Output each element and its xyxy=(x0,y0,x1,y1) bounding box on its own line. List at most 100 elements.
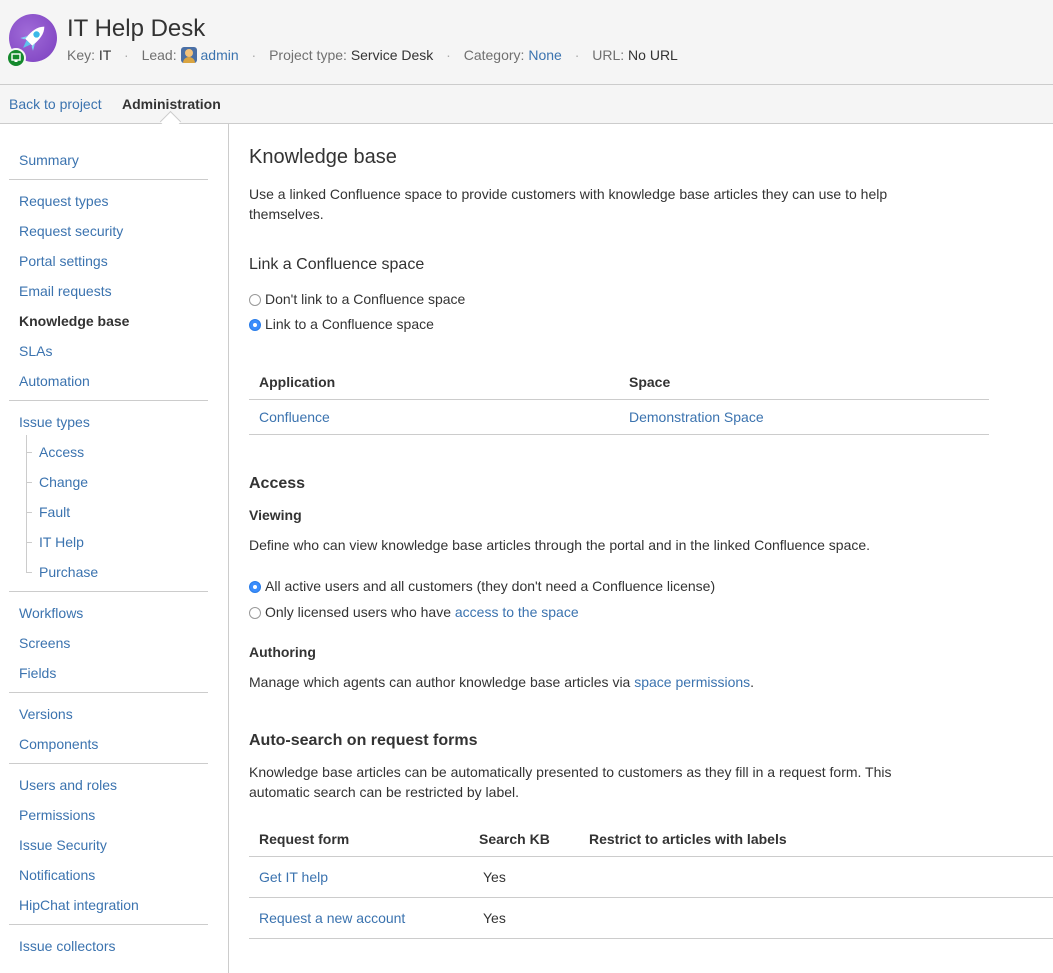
sidebar-item-issue-collectors[interactable]: Issue collectors xyxy=(19,937,115,955)
tree-line xyxy=(26,435,27,572)
table-divider xyxy=(249,897,1053,898)
sidebar-item-slas[interactable]: SLAs xyxy=(19,342,52,360)
request-form-link[interactable]: Get IT help xyxy=(259,869,328,885)
sidebar-item-fault[interactable]: Fault xyxy=(39,503,70,521)
tree-tick xyxy=(26,512,32,513)
table-divider xyxy=(249,399,989,400)
sidebar-item-permissions[interactable]: Permissions xyxy=(19,806,95,824)
radio-link-space-label: Link to a Confluence space xyxy=(265,316,434,332)
back-to-project-link[interactable]: Back to project xyxy=(9,96,102,112)
radio-all-users[interactable]: All active users and all customers (they… xyxy=(249,578,715,594)
radio-link-space-input[interactable] xyxy=(249,319,261,331)
sidebar-item-purchase[interactable]: Purchase xyxy=(39,563,98,581)
radio-licensed-users-label: Only licensed users who have xyxy=(265,604,455,620)
sidebar-item-screens[interactable]: Screens xyxy=(19,634,70,652)
sidebar-item-change[interactable]: Change xyxy=(39,473,88,491)
sidebar-item-access[interactable]: Access xyxy=(39,443,84,461)
sidebar-item-issue-types[interactable]: Issue types xyxy=(19,413,90,431)
url-value: No URL xyxy=(628,47,678,63)
radio-all-users-input[interactable] xyxy=(249,581,261,593)
sidebar-item-request-types[interactable]: Request types xyxy=(19,192,109,210)
sidebar-item-issue-security[interactable]: Issue Security xyxy=(19,836,107,854)
meta-separator: · xyxy=(574,47,580,63)
project-type-value: Service Desk xyxy=(350,47,434,63)
tree-tick xyxy=(26,452,32,453)
application-link[interactable]: Confluence xyxy=(259,409,330,425)
sidebar-item-summary[interactable]: Summary xyxy=(19,151,79,169)
sidebar-item-knowledge-base[interactable]: Knowledge base xyxy=(19,312,129,330)
radio-all-users-label: All active users and all customers (they… xyxy=(265,578,716,594)
sidebar-item-versions[interactable]: Versions xyxy=(19,705,73,723)
meta-separator: · xyxy=(124,47,129,63)
search-kb-value: Yes xyxy=(483,869,506,885)
sidebar-item-workflows[interactable]: Workflows xyxy=(19,604,83,622)
authoring-description: Manage which agents can author knowledge… xyxy=(249,674,754,690)
authoring-heading: Authoring xyxy=(249,644,316,660)
col-header-restrict-labels: Restrict to articles with labels xyxy=(589,831,787,847)
access-heading: Access xyxy=(249,475,306,492)
tree-tick xyxy=(26,482,32,483)
authoring-text: Manage which agents can author knowledge… xyxy=(249,674,635,690)
category-label: Category: xyxy=(463,47,525,63)
sidebar-divider xyxy=(9,924,208,925)
intro-text: Use a linked Confluence space to provide… xyxy=(249,186,888,222)
meta-separator: · xyxy=(251,47,257,63)
sidebar-divider xyxy=(9,591,208,592)
project-avatar[interactable] xyxy=(6,14,57,68)
sidebar-item-components[interactable]: Components xyxy=(19,735,98,753)
sidebar-item-notifications[interactable]: Notifications xyxy=(19,866,95,884)
service-desk-icon xyxy=(11,53,21,62)
access-to-space-link[interactable]: access to the space xyxy=(455,604,579,620)
meta-separator: · xyxy=(446,47,451,63)
col-header-request-form: Request form xyxy=(259,831,350,847)
sidebar-divider xyxy=(9,692,208,693)
sidebar-item-users-and-roles[interactable]: Users and roles xyxy=(19,776,117,794)
key-value: IT xyxy=(98,47,112,63)
admin-sidebar: Summary Request types Request security P… xyxy=(0,124,229,973)
autosearch-heading: Auto-search on request forms xyxy=(249,732,478,749)
tree-tick xyxy=(26,572,32,573)
sidebar-divider xyxy=(9,400,208,401)
table-divider xyxy=(249,856,1053,857)
key-label: Key: xyxy=(67,47,96,63)
sidebar-divider xyxy=(9,763,208,764)
tree-tick xyxy=(26,542,32,543)
category-link[interactable]: None xyxy=(528,47,561,63)
sidebar-item-hipchat-integration[interactable]: HipChat integration xyxy=(19,896,139,914)
page-title: Knowledge base xyxy=(249,146,397,168)
link-section-heading: Link a Confluence space xyxy=(249,256,425,273)
space-link[interactable]: Demonstration Space xyxy=(629,409,764,425)
administration-tab[interactable]: Administration xyxy=(122,96,221,112)
table-divider xyxy=(249,938,1053,939)
lead-link[interactable]: admin xyxy=(201,47,239,63)
table-divider xyxy=(249,434,989,435)
main-content: Knowledge base Use a linked Confluence s… xyxy=(249,124,1053,973)
sidebar-item-automation[interactable]: Automation xyxy=(19,372,90,390)
radio-licensed-users[interactable]: Only licensed users who have access to t… xyxy=(249,604,579,620)
sidebar-item-request-security[interactable]: Request security xyxy=(19,222,123,240)
radio-dont-link-label: Don't link to a Confluence space xyxy=(265,291,466,307)
request-form-link[interactable]: Request a new account xyxy=(259,910,405,926)
radio-dont-link-input[interactable] xyxy=(249,294,261,306)
authoring-period: . xyxy=(750,674,755,690)
url-label: URL: xyxy=(592,47,625,63)
lead-avatar xyxy=(180,47,197,63)
lead-label: Lead: xyxy=(141,47,177,63)
project-type-label: Project type: xyxy=(269,47,347,63)
viewing-heading: Viewing xyxy=(249,507,302,523)
sidebar-divider xyxy=(9,179,208,180)
space-permissions-link[interactable]: space permissions xyxy=(634,674,750,690)
sidebar-item-email-requests[interactable]: Email requests xyxy=(19,282,112,300)
autosearch-description: Knowledge base articles can be automatic… xyxy=(249,764,892,800)
sidebar-item-portal-settings[interactable]: Portal settings xyxy=(19,252,108,270)
sidebar-item-it-help[interactable]: IT Help xyxy=(39,533,84,551)
radio-licensed-users-input[interactable] xyxy=(249,607,261,619)
project-title: IT Help Desk xyxy=(67,15,206,42)
col-header-application: Application xyxy=(259,374,336,390)
radio-dont-link[interactable]: Don't link to a Confluence space xyxy=(249,291,465,307)
service-desk-badge xyxy=(6,48,26,68)
sidebar-item-fields[interactable]: Fields xyxy=(19,664,56,682)
admin-navbar: Back to project Administration xyxy=(0,85,1053,124)
col-header-space: Space xyxy=(629,374,671,390)
radio-link-space[interactable]: Link to a Confluence space xyxy=(249,316,434,332)
